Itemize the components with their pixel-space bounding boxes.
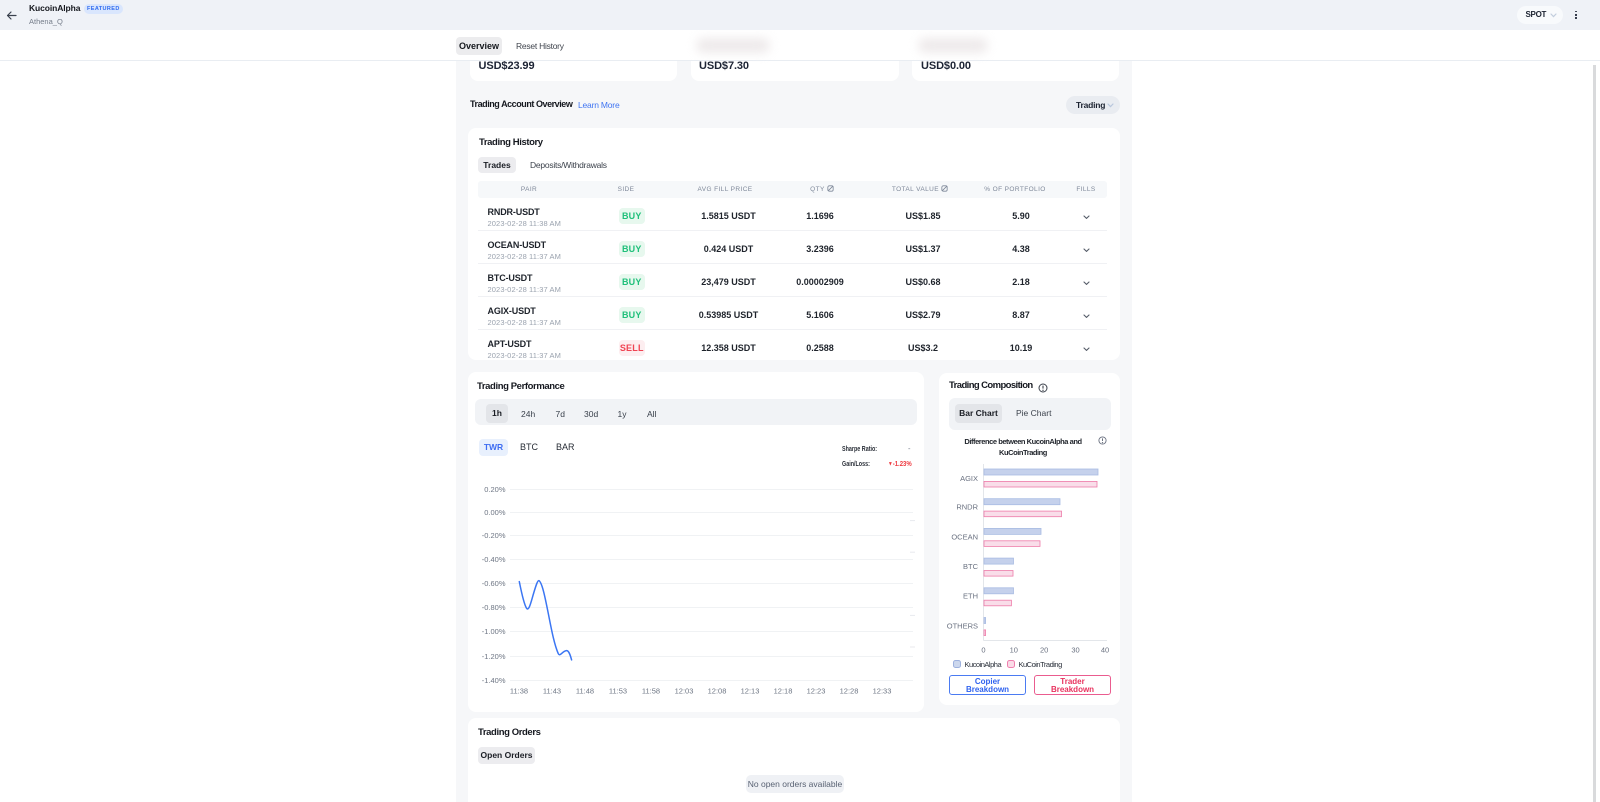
svg-text:12:18: 12:18: [774, 687, 793, 696]
svg-text:40: 40: [1101, 646, 1109, 655]
svg-text:12:33: 12:33: [873, 687, 892, 696]
svg-text:12:28: 12:28: [840, 687, 859, 696]
svg-text:12:13: 12:13: [741, 687, 760, 696]
svg-text:-0.20%: -0.20%: [482, 531, 506, 540]
svg-text:11:43: 11:43: [543, 687, 561, 696]
svg-text:11:38: 11:38: [510, 687, 528, 696]
svg-text:12:03: 12:03: [675, 687, 694, 696]
svg-text:12:23: 12:23: [807, 687, 826, 696]
svg-text:11:53: 11:53: [609, 687, 627, 696]
svg-text:10: 10: [1010, 646, 1018, 655]
svg-text:12:08: 12:08: [708, 687, 727, 696]
svg-text:30: 30: [1071, 646, 1079, 655]
svg-text:-1.40%: -1.40%: [482, 676, 506, 685]
svg-text:AGIX: AGIX: [960, 474, 978, 483]
svg-text:-1.00%: -1.00%: [482, 627, 506, 636]
svg-text:RNDR: RNDR: [956, 503, 978, 512]
svg-text:11:48: 11:48: [576, 687, 594, 696]
svg-text:OTHERS: OTHERS: [947, 622, 978, 631]
svg-text:0.20%: 0.20%: [484, 485, 506, 494]
svg-text:11:58: 11:58: [642, 687, 660, 696]
svg-text:-0.80%: -0.80%: [482, 603, 506, 612]
svg-text:-1.20%: -1.20%: [482, 652, 506, 661]
svg-text:OCEAN: OCEAN: [951, 533, 978, 542]
svg-text:20: 20: [1040, 646, 1048, 655]
svg-text:BTC: BTC: [963, 562, 979, 571]
svg-text:ETH: ETH: [963, 592, 978, 601]
svg-text:0.00%: 0.00%: [484, 508, 506, 517]
svg-text:-0.40%: -0.40%: [482, 555, 506, 564]
svg-text:0: 0: [981, 646, 985, 655]
svg-text:-0.60%: -0.60%: [482, 579, 506, 588]
